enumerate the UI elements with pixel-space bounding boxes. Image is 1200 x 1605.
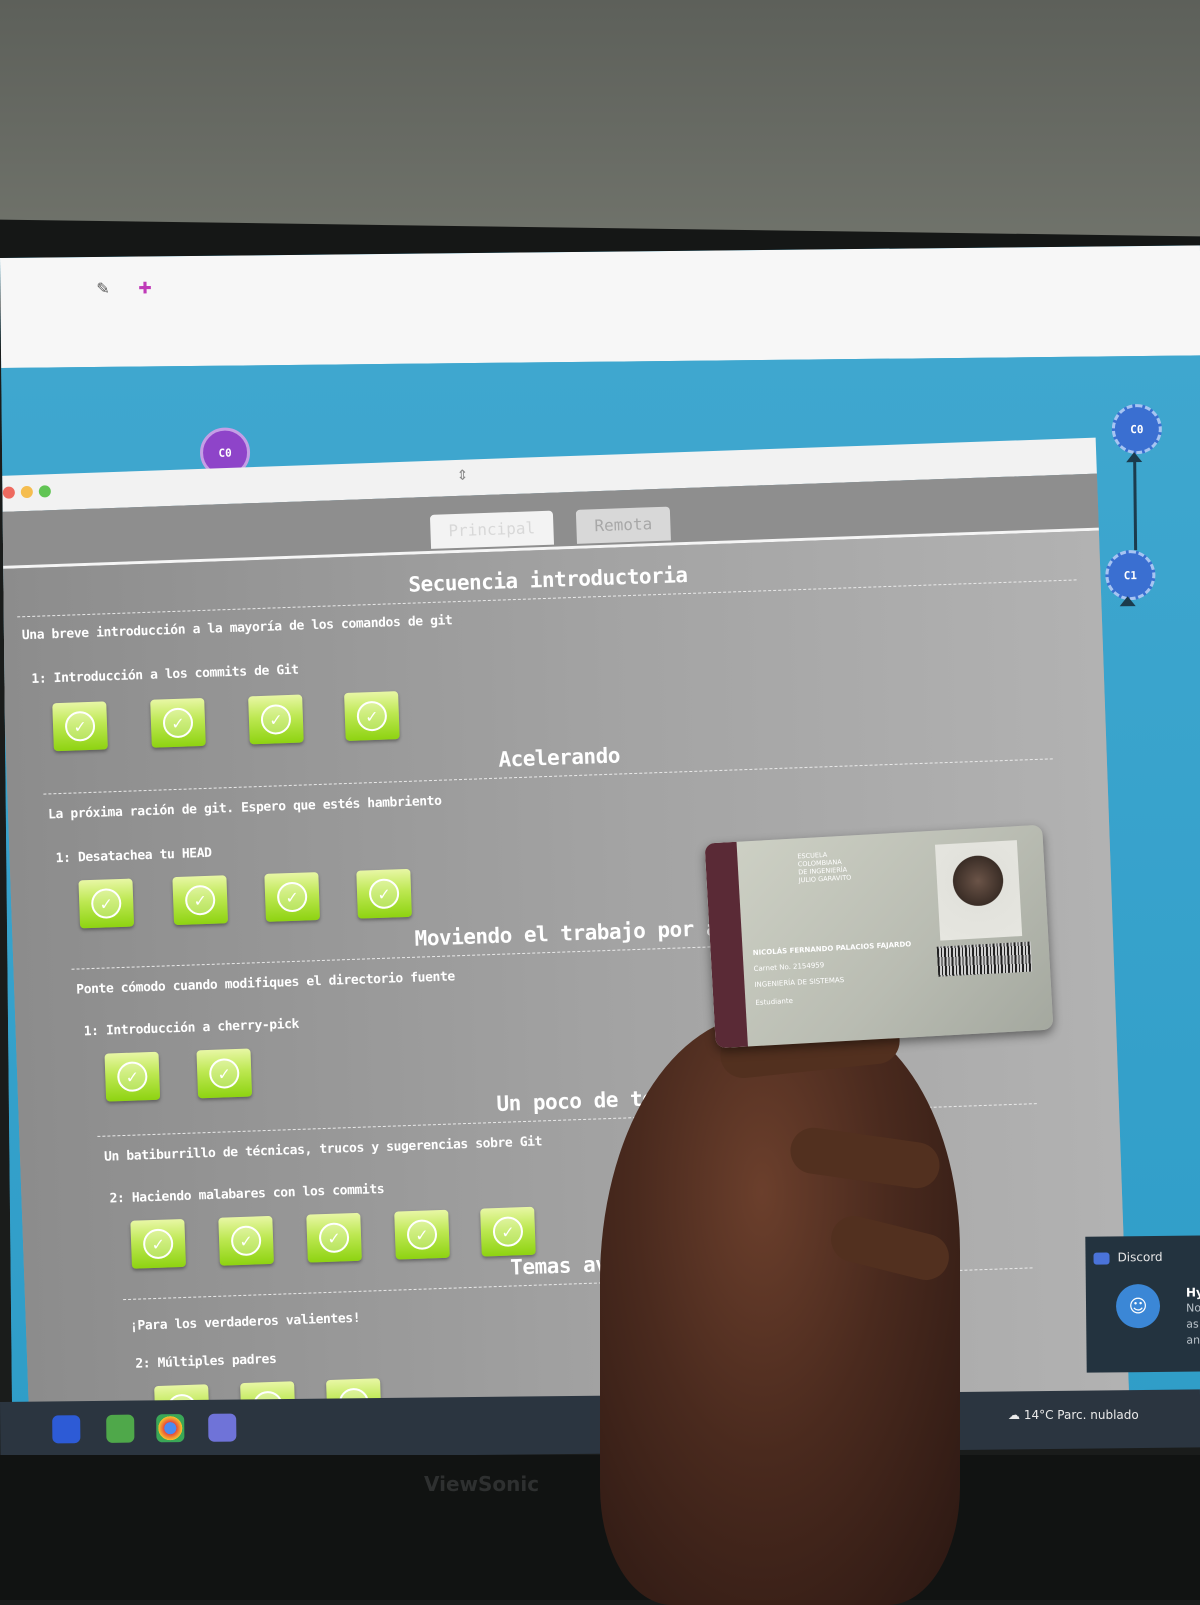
weather-widget[interactable]: ☁ 14°C Parc. nublado <box>1008 1408 1139 1422</box>
check-icon: ✓ <box>116 1061 148 1093</box>
check-icon: ✓ <box>90 887 122 919</box>
level-button[interactable]: ✓ <box>104 1051 161 1102</box>
visual-studio-icon[interactable] <box>52 1415 81 1444</box>
sequence-about: Un batiburrillo de técnicas, trucos y su… <box>103 1134 543 1165</box>
drag-handle-icon[interactable]: ⇕ <box>456 468 468 484</box>
check-icon: ✓ <box>162 707 194 739</box>
level-button[interactable]: ✓ <box>52 701 108 752</box>
check-icon: ✓ <box>276 881 308 913</box>
notification-line: as p <box>1186 1317 1200 1331</box>
notification-title: Hy <box>1185 1285 1200 1300</box>
level-button[interactable]: ✓ <box>356 868 412 919</box>
level-button[interactable]: ✓ <box>248 694 304 745</box>
check-icon: ✓ <box>142 1228 174 1260</box>
level-button[interactable]: ✓ <box>172 875 229 926</box>
student-id-card: ESCUELA COLOMBIANA DE INGENIERÍA JULIO G… <box>704 824 1054 1049</box>
finger <box>787 1124 943 1192</box>
tab-principal[interactable]: Principal <box>429 510 554 549</box>
minimize-window-icon[interactable] <box>20 485 34 499</box>
level-button[interactable]: ✓ <box>196 1048 253 1099</box>
check-icon: ✓ <box>406 1219 438 1251</box>
check-icon: ✓ <box>356 700 388 732</box>
close-window-icon[interactable] <box>2 486 16 499</box>
avatar: ☺ <box>1115 1283 1161 1329</box>
sequence-title: Moviendo el trabajo por ahí <box>414 915 743 951</box>
finger <box>826 1211 954 1285</box>
level-button[interactable]: ✓ <box>306 1212 362 1263</box>
card-barcode <box>936 941 1033 977</box>
notification-line: and <box>1186 1333 1200 1347</box>
level-button[interactable]: ✓ <box>150 697 206 748</box>
check-icon: ✓ <box>230 1225 262 1257</box>
commit-label: C1 <box>1123 568 1138 582</box>
hand-image <box>600 1015 960 1605</box>
check-icon: ✓ <box>64 710 96 742</box>
check-icon: ✓ <box>368 878 400 910</box>
level-name: 1: Introducción a cherry-pick <box>83 1016 300 1040</box>
level-name: 2: Haciendo malabares con los commits <box>109 1181 385 1207</box>
check-icon: ✓ <box>318 1222 350 1254</box>
level-name: 1: Introducción a los commits de Git <box>31 662 299 687</box>
level-button[interactable]: ✓ <box>78 878 135 929</box>
tab-remota[interactable]: Remota <box>575 506 671 544</box>
level-button[interactable]: ✓ <box>130 1218 186 1269</box>
weather-text: 14°C Parc. nublado <box>1023 1408 1139 1422</box>
edit-icon[interactable]: ✎ <box>96 279 110 298</box>
level-name: 1: Desatachea tu HEAD <box>55 845 212 867</box>
card-role: Estudiante <box>755 996 794 1007</box>
discord-notification[interactable]: Discord ☺ Hy No as p and <box>1085 1235 1200 1373</box>
commit-label: C0 <box>218 446 232 460</box>
sequence-title: Acelerando <box>498 743 621 772</box>
sequence-about: La próxima ración de git. Espero que est… <box>47 793 442 823</box>
xbox-icon[interactable] <box>106 1414 135 1443</box>
edge-arrow-icon <box>1119 596 1136 607</box>
card-school-name: ESCUELA COLOMBIANA DE INGENIERÍA JULIO G… <box>797 847 899 885</box>
card-carnet: Carnet No. 2154959 <box>753 961 825 974</box>
level-button[interactable]: ✓ <box>344 691 400 742</box>
browser-profile-icon[interactable] <box>208 1413 237 1442</box>
sequence-about: Ponte cómodo cuando modifiques el direct… <box>76 969 456 998</box>
commit-node[interactable]: C1 <box>1105 549 1156 601</box>
card-program: INGENIERÍA DE SISTEMAS <box>754 976 845 990</box>
level-button[interactable]: ✓ <box>264 872 320 922</box>
commit-label: C0 <box>1130 422 1144 436</box>
level-button[interactable]: ✓ <box>218 1215 274 1266</box>
check-icon: ✓ <box>492 1216 524 1248</box>
notification-line: No <box>1185 1301 1200 1315</box>
discord-logo-icon <box>1093 1252 1110 1265</box>
level-button[interactable]: ✓ <box>480 1206 536 1257</box>
sequence-about: ¡Para los verdaderos valientes! <box>129 1310 361 1334</box>
commit-node[interactable]: C0 <box>1111 403 1163 455</box>
sequence-title: Secuencia introductoria <box>407 562 688 597</box>
chrome-icon[interactable] <box>156 1414 185 1443</box>
notification-app-name: Discord <box>1117 1249 1163 1265</box>
browser-toolbar: ✎ ✚ <box>0 245 1200 368</box>
check-icon: ✓ <box>208 1057 240 1089</box>
check-icon: ✓ <box>184 884 216 916</box>
maximize-window-icon[interactable] <box>38 485 52 498</box>
card-holder-name: NICOLÁS FERNANDO PALACIOS FAJARDO <box>752 940 912 958</box>
monitor-brand-logo: ViewSonic <box>424 1472 540 1496</box>
level-button[interactable]: ✓ <box>394 1209 450 1260</box>
check-icon: ✓ <box>260 703 292 735</box>
sequence-about: Una breve introducción a la mayoría de l… <box>21 613 453 644</box>
room-wall <box>0 0 1200 240</box>
card-photo <box>934 840 1023 941</box>
level-name: 2: Múltiples padres <box>135 1351 277 1372</box>
commit-edge <box>1133 460 1138 551</box>
extension-icon[interactable]: ✚ <box>138 278 152 297</box>
